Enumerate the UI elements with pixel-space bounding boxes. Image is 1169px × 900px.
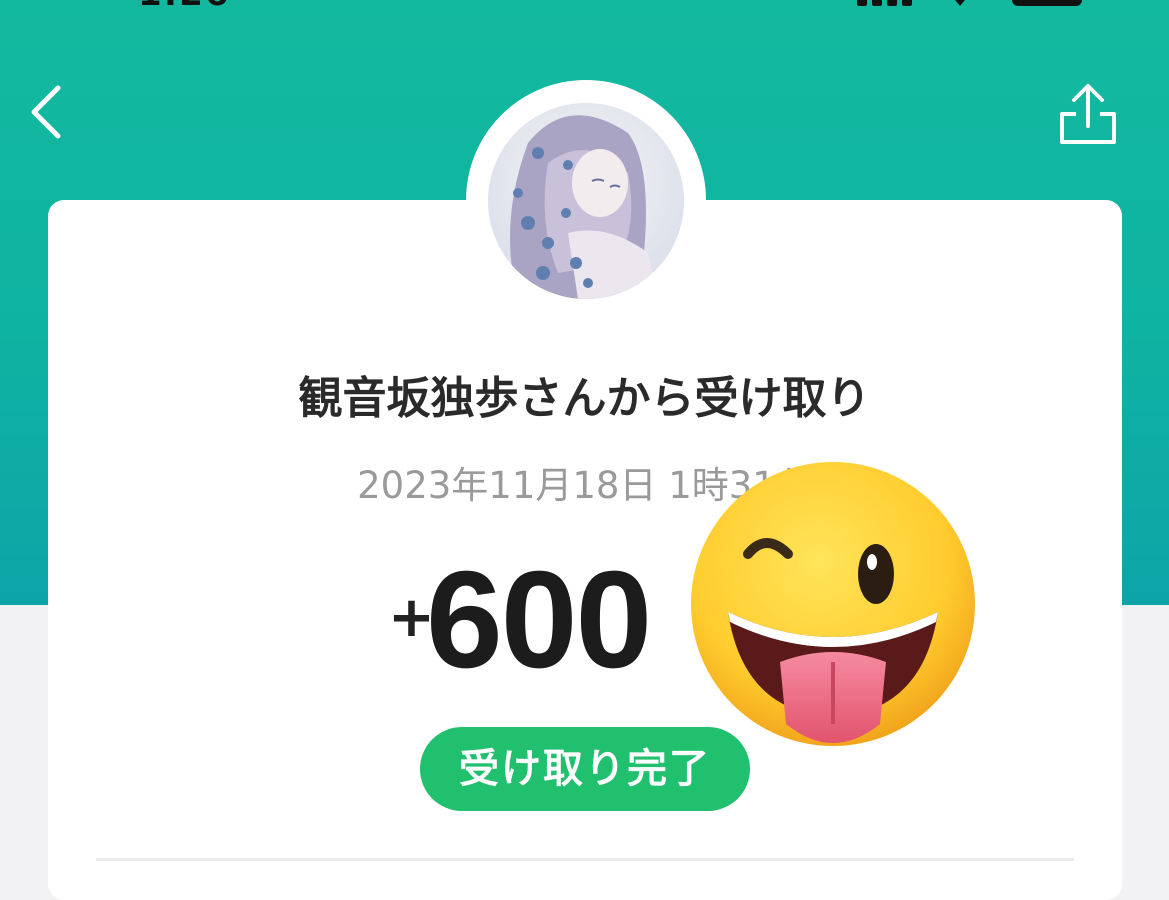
- battery-icon: [1012, 0, 1082, 6]
- status-bar: 1:26: [0, 0, 1169, 10]
- divider: [96, 858, 1074, 861]
- transaction-title: 観音坂独歩さんから受け取り: [298, 373, 871, 424]
- amount-value: 600: [426, 543, 652, 697]
- avatar[interactable]: [488, 103, 684, 299]
- wifi-icon: [950, 0, 970, 6]
- share-button[interactable]: [1056, 80, 1120, 148]
- winking-face-with-tongue-icon: [688, 462, 978, 754]
- chevron-left-icon: [31, 85, 61, 139]
- back-button[interactable]: [22, 82, 82, 142]
- avatar-image: [488, 103, 684, 299]
- status-time: 1:26: [138, 0, 248, 8]
- share-icon: [1060, 84, 1116, 144]
- signal-icon: [857, 0, 915, 6]
